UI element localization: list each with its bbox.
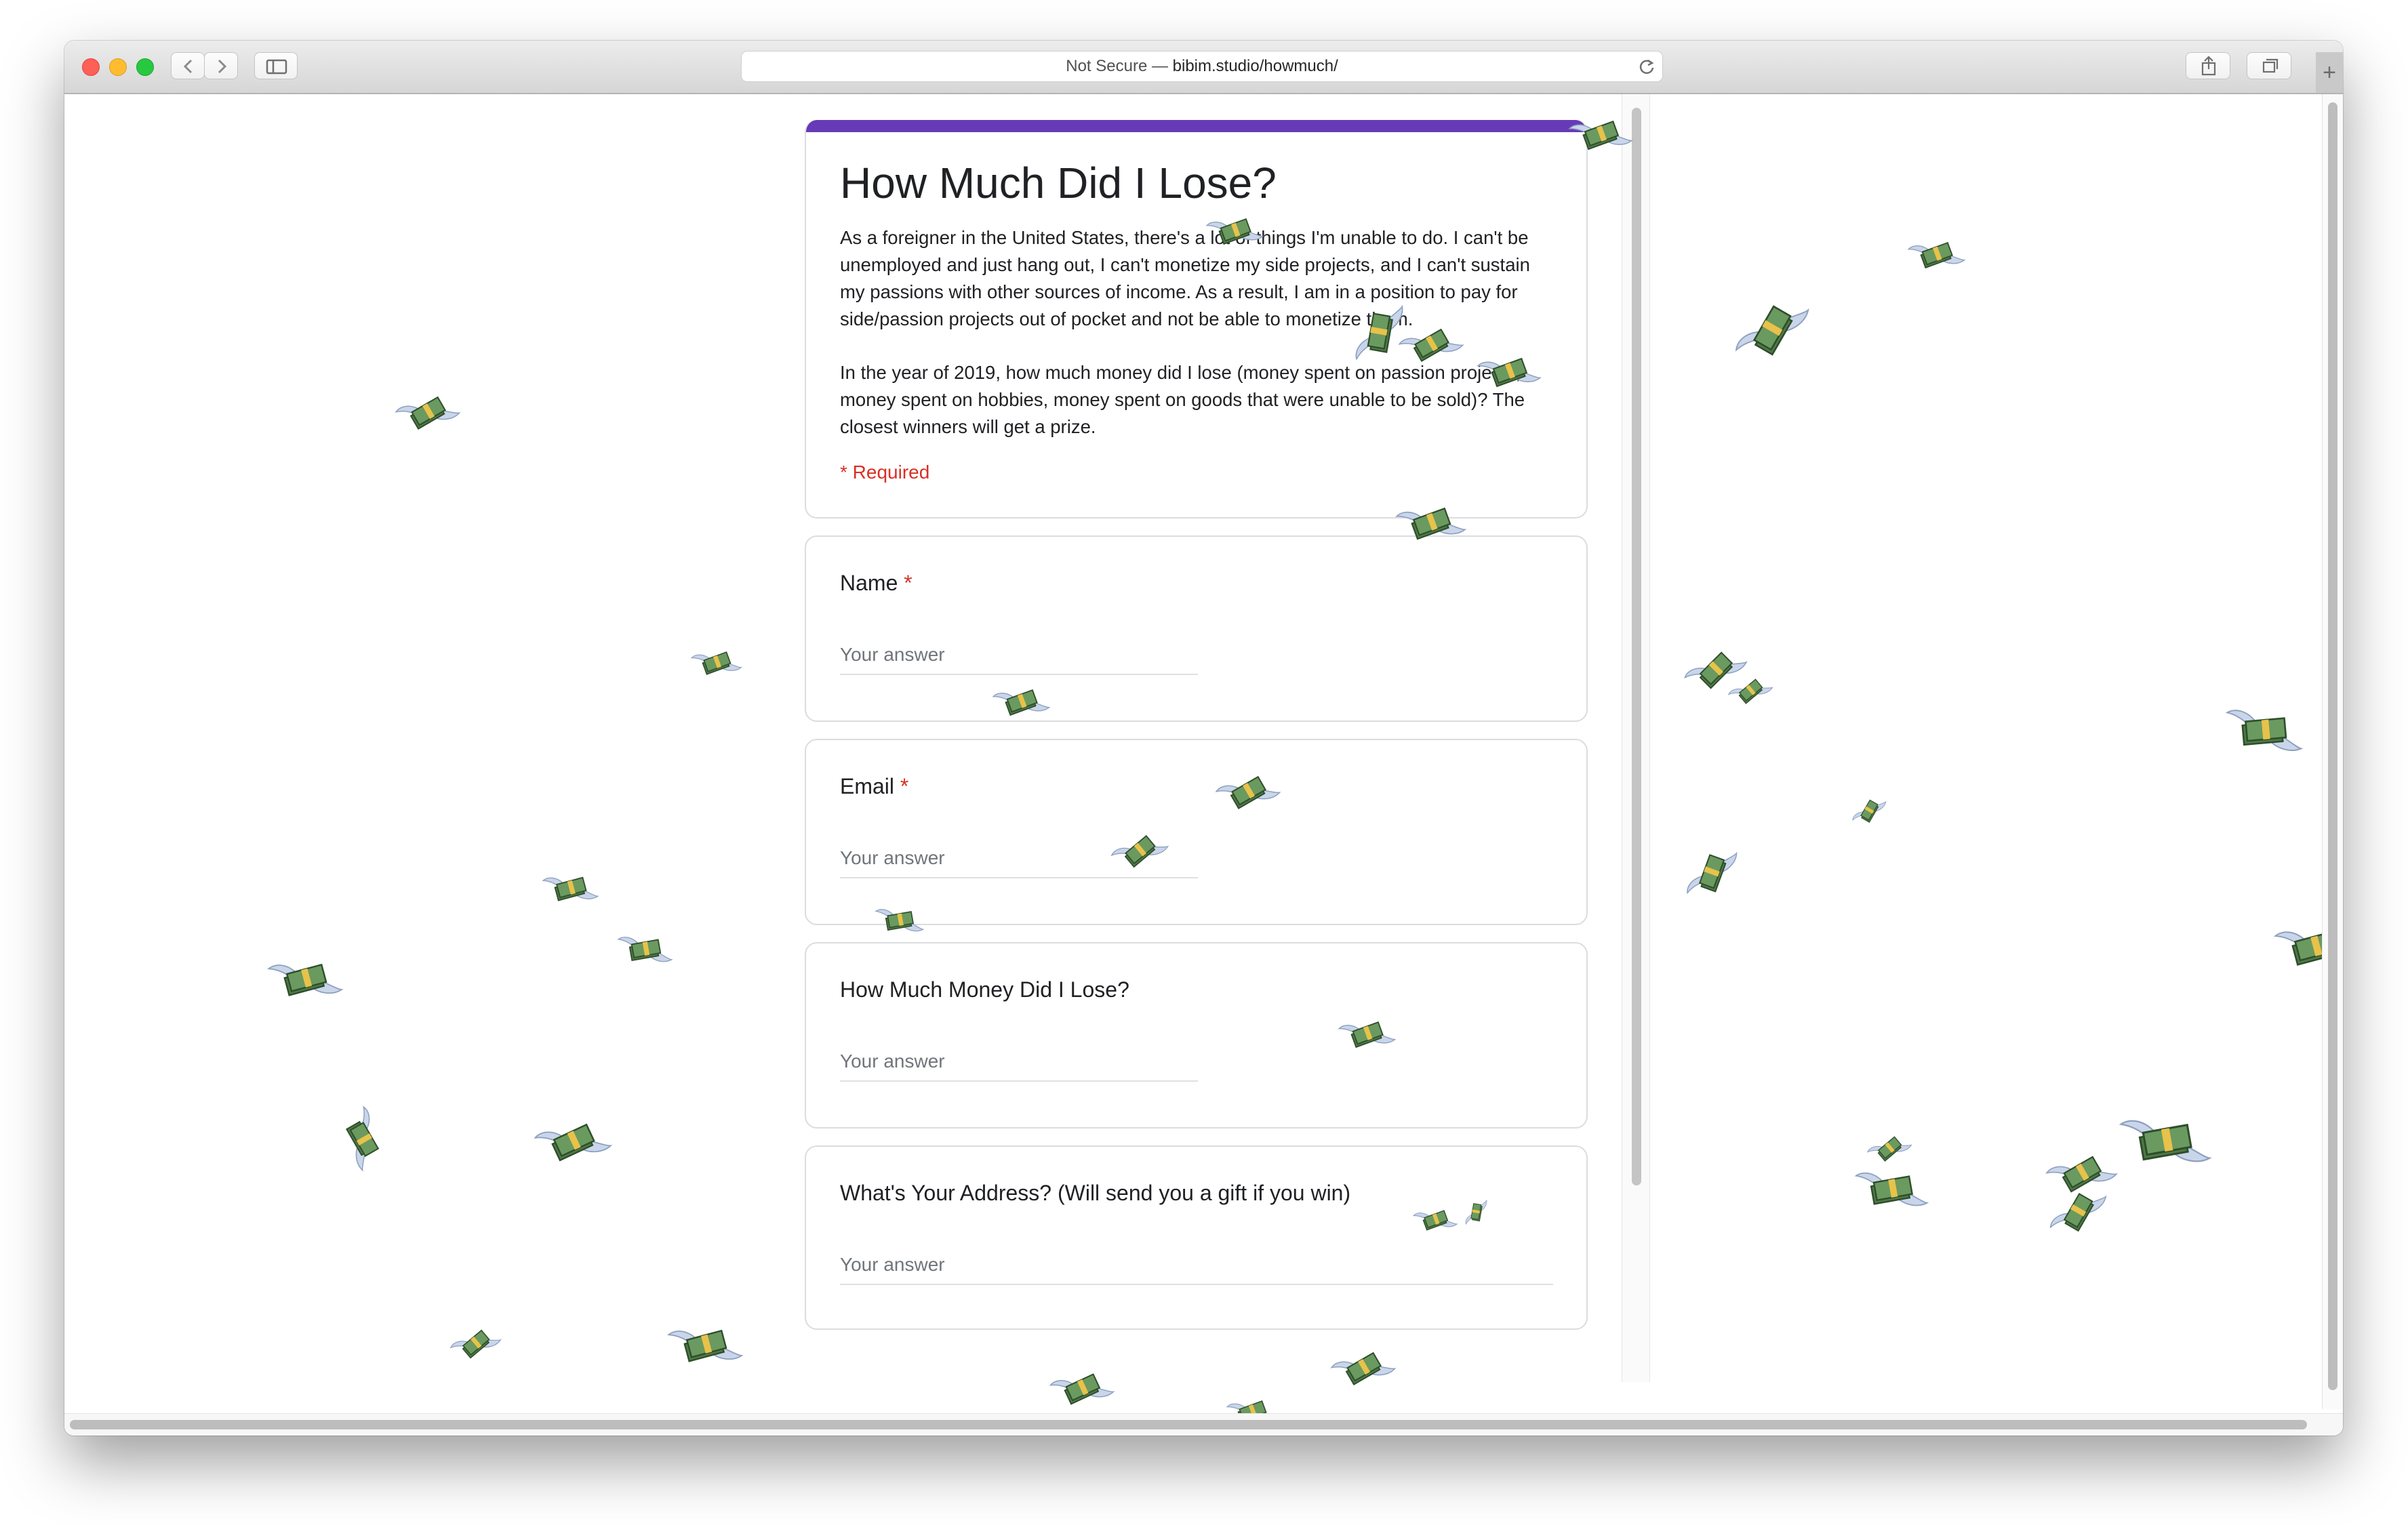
winged-money-icon xyxy=(2225,710,2304,752)
reload-icon[interactable] xyxy=(1638,58,1656,75)
question-label: What's Your Address? (Will send you a gi… xyxy=(840,1181,1351,1205)
question-label: Email xyxy=(840,774,895,798)
page-vertical-scrollbar[interactable] xyxy=(2322,94,2343,1409)
winged-money-icon xyxy=(617,937,673,962)
winged-money-icon xyxy=(395,396,461,430)
required-asterisk: * xyxy=(900,774,909,798)
page-horizontal-scrollbar[interactable] xyxy=(64,1413,2343,1436)
winged-money-icon xyxy=(542,876,599,901)
minimize-window-button[interactable] xyxy=(109,58,127,76)
winged-money-icon xyxy=(690,651,743,675)
form-scrollbar-thumb[interactable] xyxy=(1632,108,1641,1185)
address-input[interactable]: Your answer xyxy=(840,1254,1553,1285)
back-icon xyxy=(183,59,193,74)
question-card-amount: How Much Money Did I Lose? Your answer xyxy=(805,942,1588,1128)
address-bar[interactable]: Not Secure — bibim.studio/howmuch/ xyxy=(741,51,1663,82)
forward-icon xyxy=(218,59,227,74)
question-title: What's Your Address? (Will send you a gi… xyxy=(840,1181,1350,1206)
winged-money-icon xyxy=(267,963,344,996)
back-button[interactable] xyxy=(171,52,205,79)
share-button[interactable] xyxy=(2186,52,2230,79)
question-title: Email * xyxy=(840,774,908,799)
winged-money-icon xyxy=(1852,799,1887,823)
fullscreen-window-button[interactable] xyxy=(136,58,154,76)
winged-money-icon xyxy=(1854,1172,1929,1206)
question-label: How Much Money Did I Lose? xyxy=(840,977,1129,1002)
required-asterisk: * xyxy=(904,571,912,595)
winged-money-icon xyxy=(449,1329,502,1359)
form-scrollbar[interactable] xyxy=(1622,94,1650,1382)
tabs-overview-icon xyxy=(2262,58,2279,73)
description-paragraph: In the year of 2019, how much money did … xyxy=(840,362,1525,437)
page-horizontal-scrollbar-thumb[interactable] xyxy=(70,1420,2307,1429)
forward-button[interactable] xyxy=(204,52,238,79)
question-title: How Much Money Did I Lose? xyxy=(840,977,1129,1002)
browser-toolbar: Not Secure — bibim.studio/howmuch/ + xyxy=(64,41,2343,94)
form-title: How Much Did I Lose? xyxy=(840,159,1277,207)
form-header-card: How Much Did I Lose? As a foreigner in t… xyxy=(805,120,1588,518)
winged-money-icon xyxy=(1735,305,1809,356)
close-window-button[interactable] xyxy=(82,58,100,76)
browser-window: Not Secure — bibim.studio/howmuch/ + How… xyxy=(64,41,2343,1436)
winged-money-icon xyxy=(1687,851,1738,895)
winged-money-icon xyxy=(346,1105,380,1172)
winged-money-icon xyxy=(2119,1120,2212,1162)
question-card-address: What's Your Address? (Will send you a gi… xyxy=(805,1145,1588,1330)
new-tab-button[interactable]: + xyxy=(2316,52,2343,93)
sidebar-icon xyxy=(266,59,287,75)
share-icon xyxy=(2201,56,2216,76)
name-input[interactable]: Your answer xyxy=(840,644,1198,675)
form-accent-bar xyxy=(806,120,1586,132)
tabs-overview-button[interactable] xyxy=(2247,52,2291,79)
winged-money-icon xyxy=(534,1123,613,1162)
question-card-email: Email * Your answer xyxy=(805,739,1588,925)
winged-money-icon xyxy=(667,1329,744,1362)
question-title: Name * xyxy=(840,571,912,596)
winged-money-icon xyxy=(1049,1373,1115,1405)
required-note: * Required xyxy=(840,462,930,483)
amount-input[interactable]: Your answer xyxy=(840,1051,1198,1082)
page-content: How Much Did I Lose? As a foreigner in t… xyxy=(64,94,2343,1436)
winged-money-icon xyxy=(1907,242,1966,269)
security-status: Not Secure — xyxy=(1066,57,1173,75)
google-form: How Much Did I Lose? As a foreigner in t… xyxy=(805,120,1588,1347)
sidebar-button[interactable] xyxy=(254,52,298,79)
question-label: Name xyxy=(840,571,898,595)
question-card-name: Name * Your answer xyxy=(805,535,1588,722)
url-host: bibim.studio/howmuch/ xyxy=(1172,57,1338,75)
page-vertical-scrollbar-thumb[interactable] xyxy=(2328,102,2337,1390)
